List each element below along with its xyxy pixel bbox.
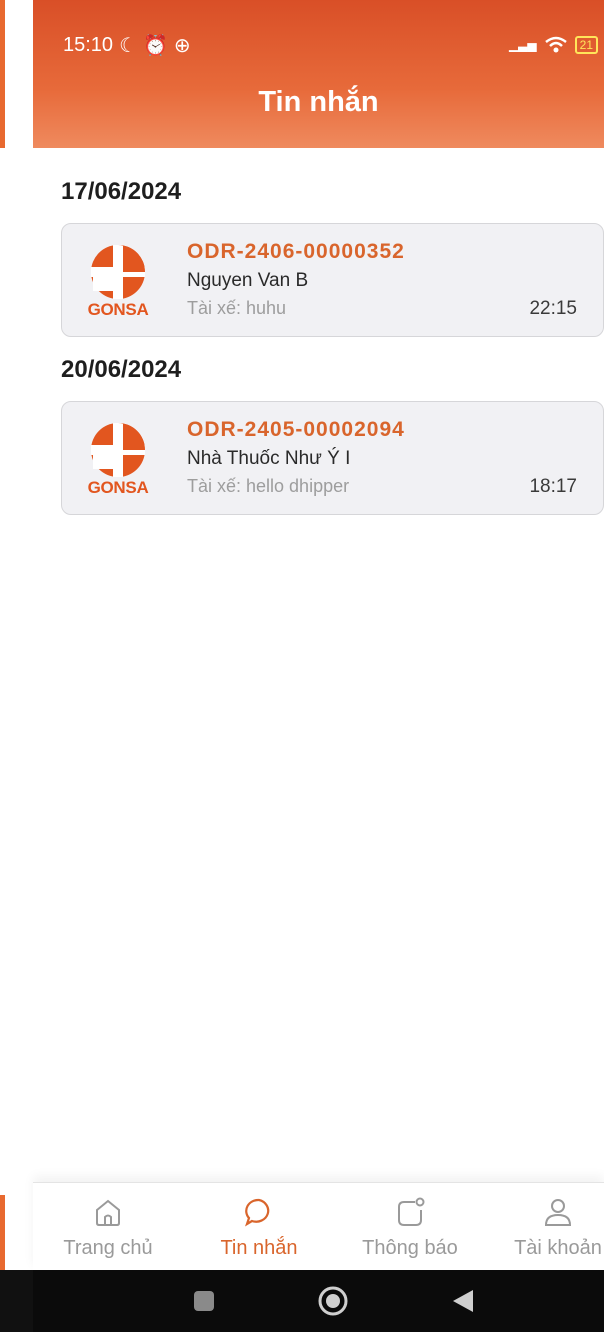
tab-account[interactable]: Tài khoản	[493, 1195, 604, 1260]
signal-icon: ▁▃▅	[508, 38, 537, 52]
background-app-edge	[0, 1270, 33, 1332]
date-heading: 20/06/2024	[61, 356, 182, 383]
circle-icon	[318, 1286, 348, 1316]
bottom-tab-bar: Trang chủ Tin nhắn Thông báo Tài khoản	[33, 1182, 604, 1271]
message-card[interactable]: GONSA ODR-2406-00000352 Nguyen Van B Tài…	[61, 223, 604, 337]
logo-text: GONSA	[87, 478, 149, 497]
tab-messages[interactable]: Tin nhắn	[194, 1195, 324, 1260]
page-title: Tin nhắn	[258, 86, 379, 118]
system-navigation-bar	[33, 1270, 604, 1332]
account-icon	[544, 1199, 572, 1226]
message-time: 22:15	[529, 298, 577, 319]
status-bar: 15:10 ☾ ⏰ ⊕ ▁▃▅ 21	[63, 32, 598, 58]
order-id: ODR-2406-00000352	[187, 240, 405, 263]
customer-name: Nhà Thuốc Như Ý I	[187, 448, 351, 469]
tab-label: Thông báo	[362, 1237, 458, 1259]
driver-label: Tài xế: huhu	[187, 298, 287, 318]
vpn-icon: ⊕	[173, 34, 191, 57]
tab-home[interactable]: Trang chủ	[43, 1195, 173, 1260]
message-list: 17/06/2024 GONSA ODR-2406-00000352 Nguye…	[33, 148, 604, 1270]
home-button[interactable]	[318, 1286, 348, 1321]
alarm-icon: ⏰	[143, 34, 168, 57]
moon-icon: ☾	[119, 34, 137, 57]
date-heading: 17/06/2024	[61, 178, 182, 205]
square-icon	[194, 1291, 214, 1311]
wifi-icon	[544, 36, 567, 53]
background-app-edge	[0, 1195, 5, 1270]
tab-label: Tài khoản	[514, 1237, 602, 1259]
gonsa-logo: GONSA	[78, 420, 158, 502]
logo-text: GONSA	[87, 300, 149, 319]
gonsa-logo: GONSA	[78, 242, 158, 324]
tab-notifications[interactable]: Thông báo	[345, 1195, 475, 1260]
app-header: 15:10 ☾ ⏰ ⊕ ▁▃▅ 21 Tin nhắn	[33, 0, 604, 148]
background-app-edge	[0, 0, 5, 148]
home-icon	[96, 1199, 120, 1226]
order-id: ODR-2405-00002094	[187, 418, 405, 441]
back-button[interactable]	[451, 1288, 475, 1319]
customer-name: Nguyen Van B	[187, 270, 309, 291]
tab-label: Tin nhắn	[220, 1237, 298, 1259]
driver-label: Tài xế: hello dhipper	[187, 476, 350, 496]
message-card[interactable]: GONSA ODR-2405-00002094 Nhà Thuốc Như Ý …	[61, 401, 604, 515]
back-triangle-icon	[453, 1290, 473, 1312]
recents-button[interactable]	[193, 1290, 215, 1317]
battery-icon: 21	[574, 36, 598, 54]
tab-label: Trang chủ	[63, 1237, 153, 1259]
status-time: 15:10	[63, 33, 114, 56]
chat-icon	[245, 1198, 270, 1227]
message-time: 18:17	[529, 476, 577, 497]
notification-icon	[398, 1197, 425, 1226]
